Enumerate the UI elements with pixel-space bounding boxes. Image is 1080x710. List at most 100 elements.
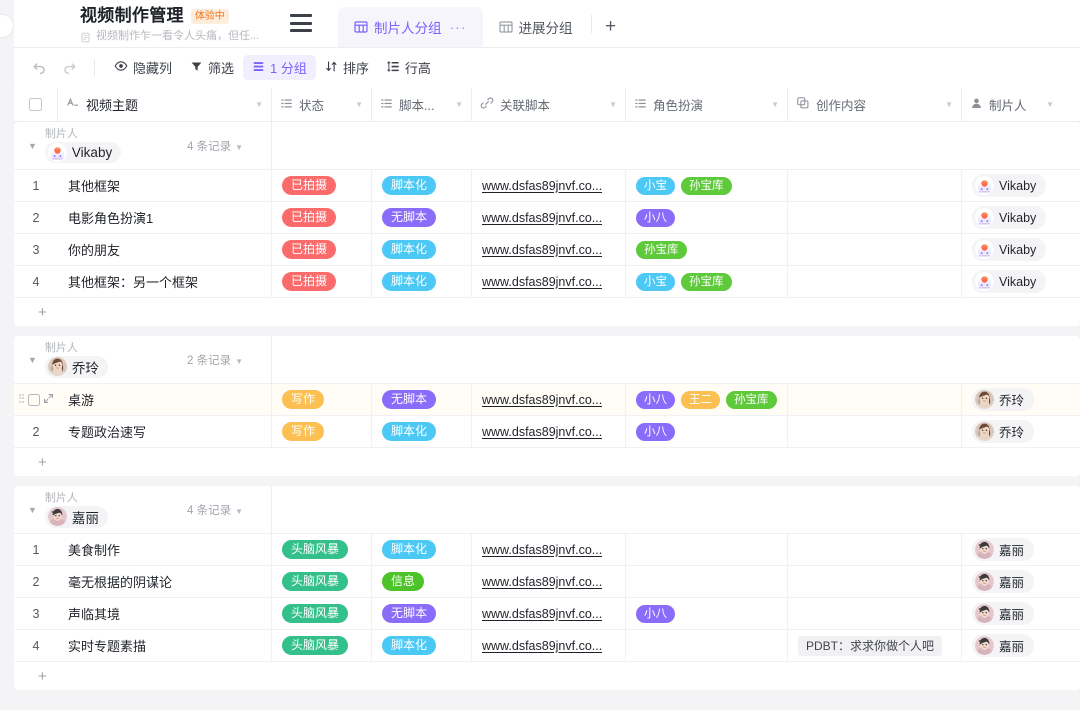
- group-button[interactable]: 1 分组: [243, 55, 316, 80]
- column-header-video-topic[interactable]: 视频主题 ▼: [58, 88, 272, 121]
- cell-role-play[interactable]: 小宝孙宝库: [626, 170, 788, 201]
- cell-script[interactable]: 脚本化: [372, 416, 472, 447]
- tag-chip[interactable]: 脚本化: [382, 422, 436, 441]
- cell-linked-script[interactable]: www.dsfas89jnvf.co...: [472, 534, 626, 565]
- cell-video-topic[interactable]: 电影角色扮演1: [58, 202, 272, 233]
- producer-chip[interactable]: 乔玲: [972, 388, 1034, 411]
- producer-chip[interactable]: 嘉丽: [972, 602, 1034, 625]
- column-header-creative-content[interactable]: 创作内容 ▼: [788, 88, 962, 121]
- cell-script[interactable]: 脚本化: [372, 534, 472, 565]
- tag-chip[interactable]: 小八: [636, 423, 675, 441]
- cell-producer[interactable]: Vikaby: [962, 202, 1062, 233]
- tag-chip[interactable]: 脚本化: [382, 240, 436, 259]
- cell-script[interactable]: 无脚本: [372, 384, 472, 415]
- undo-arrow-icon[interactable]: [24, 55, 54, 81]
- link-text[interactable]: www.dsfas89jnvf.co...: [482, 393, 602, 407]
- tag-chip[interactable]: 小宝: [636, 177, 675, 195]
- cell-status[interactable]: 已拍摄: [272, 202, 372, 233]
- cell-producer[interactable]: 嘉丽: [962, 534, 1062, 565]
- cell-creative-content[interactable]: [788, 234, 962, 265]
- redo-arrow-icon[interactable]: [54, 55, 84, 81]
- row-handle-cell[interactable]: [14, 384, 58, 415]
- cell-video-topic[interactable]: 其他框架: [58, 170, 272, 201]
- cell-linked-script[interactable]: www.dsfas89jnvf.co...: [472, 202, 626, 233]
- chevron-down-icon[interactable]: ▼: [355, 100, 363, 109]
- add-view-button[interactable]: +: [594, 7, 628, 47]
- cell-script[interactable]: 信息: [372, 566, 472, 597]
- tag-chip[interactable]: 孙宝库: [681, 177, 732, 195]
- tag-chip[interactable]: 无脚本: [382, 604, 436, 623]
- cell-creative-content[interactable]: [788, 384, 962, 415]
- chevron-down-icon[interactable]: ▼: [235, 143, 243, 152]
- group-record-count[interactable]: 4 条记录▼: [187, 138, 243, 154]
- tag-chip[interactable]: 无脚本: [382, 208, 436, 227]
- cell-status[interactable]: 写作: [272, 416, 372, 447]
- drag-handle-icon[interactable]: [19, 394, 25, 406]
- cell-video-topic[interactable]: 毫无根据的阴谋论: [58, 566, 272, 597]
- producer-chip[interactable]: 嘉丽: [972, 570, 1034, 593]
- tag-chip[interactable]: 脚本化: [382, 176, 436, 195]
- chevron-down-icon[interactable]: ▼: [945, 100, 953, 109]
- producer-chip[interactable]: Vikaby: [972, 270, 1046, 293]
- cell-video-topic[interactable]: 你的朋友: [58, 234, 272, 265]
- cell-role-play[interactable]: 小八: [626, 598, 788, 629]
- cell-producer[interactable]: 嘉丽: [962, 566, 1062, 597]
- chevron-down-icon[interactable]: ▼: [28, 141, 37, 151]
- tag-chip[interactable]: 已拍摄: [282, 208, 336, 227]
- cell-linked-script[interactable]: www.dsfas89jnvf.co...: [472, 384, 626, 415]
- content-note[interactable]: PDBT：求求你做个人吧: [798, 636, 942, 656]
- cell-role-play[interactable]: [626, 630, 788, 661]
- link-text[interactable]: www.dsfas89jnvf.co...: [482, 179, 602, 193]
- table-row[interactable]: 2电影角色扮演1已拍摄无脚本www.dsfas89jnvf.co...小八Vik…: [14, 202, 1080, 234]
- add-record-button[interactable]: +: [14, 298, 1080, 326]
- chevron-down-icon[interactable]: ▼: [235, 357, 243, 366]
- tag-chip[interactable]: 无脚本: [382, 390, 436, 409]
- cell-linked-script[interactable]: www.dsfas89jnvf.co...: [472, 416, 626, 447]
- link-text[interactable]: www.dsfas89jnvf.co...: [482, 243, 602, 257]
- cell-linked-script[interactable]: www.dsfas89jnvf.co...: [472, 630, 626, 661]
- cell-creative-content[interactable]: [788, 416, 962, 447]
- producer-chip[interactable]: 乔玲: [972, 420, 1034, 443]
- cell-role-play[interactable]: 小宝孙宝库: [626, 266, 788, 297]
- chevron-down-icon[interactable]: ▼: [609, 100, 617, 109]
- column-header-script[interactable]: 脚本... ▼: [372, 88, 472, 121]
- add-record-button[interactable]: +: [14, 662, 1080, 690]
- cell-script[interactable]: 无脚本: [372, 598, 472, 629]
- sidebar-collapse-nub[interactable]: [0, 14, 14, 38]
- cell-producer[interactable]: 乔玲: [962, 416, 1062, 447]
- cell-video-topic[interactable]: 美食制作: [58, 534, 272, 565]
- chevron-down-icon[interactable]: ▼: [455, 100, 463, 109]
- cell-linked-script[interactable]: www.dsfas89jnvf.co...: [472, 566, 626, 597]
- tag-chip[interactable]: 孙宝库: [726, 391, 777, 409]
- cell-video-topic[interactable]: 桌游: [58, 384, 272, 415]
- tag-chip[interactable]: 小八: [636, 391, 675, 409]
- link-text[interactable]: www.dsfas89jnvf.co...: [482, 607, 602, 621]
- chevron-down-icon[interactable]: ▼: [255, 100, 263, 109]
- producer-chip[interactable]: 嘉丽: [972, 538, 1034, 561]
- tab-producer-group[interactable]: 制片人分组 ···: [338, 7, 483, 47]
- tag-chip[interactable]: 头脑风暴: [282, 636, 348, 655]
- chevron-down-icon[interactable]: ▼: [235, 507, 243, 516]
- cell-creative-content[interactable]: [788, 170, 962, 201]
- tag-chip[interactable]: 写作: [282, 390, 324, 409]
- cell-video-topic[interactable]: 实时专题素描: [58, 630, 272, 661]
- column-header-producer[interactable]: 制片人 ▼: [962, 88, 1062, 121]
- cell-script[interactable]: 脚本化: [372, 266, 472, 297]
- cell-producer[interactable]: Vikaby: [962, 266, 1062, 297]
- tag-chip[interactable]: 头脑风暴: [282, 540, 348, 559]
- cell-creative-content[interactable]: [788, 598, 962, 629]
- tag-chip[interactable]: 小宝: [636, 273, 675, 291]
- tag-chip[interactable]: 小八: [636, 209, 675, 227]
- cell-video-topic[interactable]: 声临其境: [58, 598, 272, 629]
- cell-role-play[interactable]: [626, 566, 788, 597]
- add-record-button[interactable]: +: [14, 448, 1080, 476]
- select-all-checkbox[interactable]: [14, 88, 58, 121]
- cell-status[interactable]: 头脑风暴: [272, 630, 372, 661]
- cell-creative-content[interactable]: [788, 534, 962, 565]
- column-header-status[interactable]: 状态 ▼: [272, 88, 372, 121]
- table-row[interactable]: 3你的朋友已拍摄脚本化www.dsfas89jnvf.co...孙宝库Vikab…: [14, 234, 1080, 266]
- cell-producer[interactable]: 乔玲: [962, 384, 1062, 415]
- tag-chip[interactable]: 已拍摄: [282, 176, 336, 195]
- group-owner-chip[interactable]: 乔玲: [45, 356, 108, 378]
- tag-chip[interactable]: 孙宝库: [636, 241, 687, 259]
